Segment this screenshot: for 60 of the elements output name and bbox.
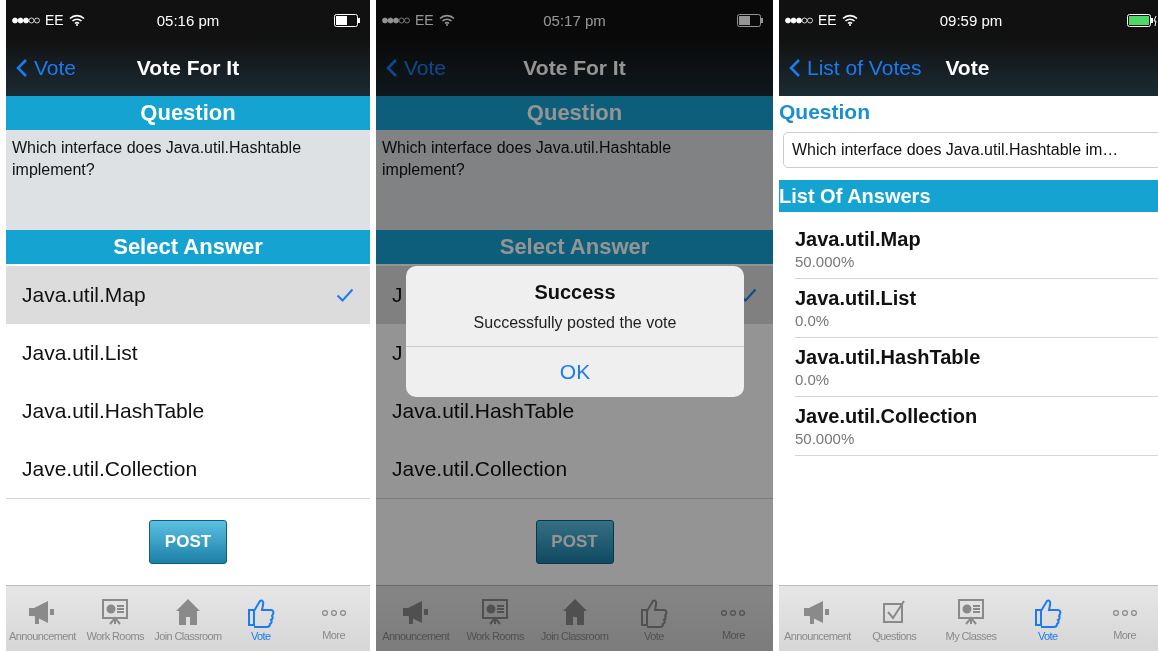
tab-item[interactable]: More [1086, 586, 1158, 651]
chevron-left-icon [386, 58, 398, 78]
section-header: Question [376, 96, 773, 130]
back-button[interactable]: List of Votes [779, 56, 932, 80]
more-icon [320, 608, 347, 617]
signal-icon [785, 16, 813, 24]
post-button[interactable]: POST [535, 520, 614, 564]
wifi-icon [841, 14, 858, 26]
battery-icon [1127, 13, 1157, 27]
question-label: Question [779, 99, 871, 125]
tab-item[interactable]: Join Classroom [151, 586, 225, 651]
more-icon [720, 608, 747, 617]
answer-name: Java.util.HashTable [795, 346, 982, 369]
answer-name: Jave.util.Collection [795, 405, 979, 428]
tab-item[interactable]: My Classes [932, 586, 1010, 651]
section-header: Select Answer [376, 230, 773, 264]
post-button[interactable]: POST [149, 520, 227, 564]
signal-icon [382, 16, 410, 24]
clock-time: 05:17 pm [543, 11, 606, 29]
section-header: List Of Answers [779, 180, 1158, 212]
tab-item[interactable]: More [297, 586, 370, 651]
tab-item[interactable]: Work Rooms [78, 586, 152, 651]
screen-title: Vote [945, 56, 990, 80]
vote-percentage: 50.000% [795, 253, 856, 270]
alert-title: Success [534, 280, 616, 304]
answer-name: Java.util.Map [795, 228, 922, 251]
wifi-icon [68, 14, 85, 26]
chevron-left-icon [789, 58, 801, 78]
signal-icon [12, 16, 40, 24]
screen-title: Vote For It [523, 56, 626, 80]
alert-message: Successfully posted the vote [473, 313, 677, 332]
vote-percentage: 0.0% [795, 371, 831, 388]
vote-percentage: 0.0% [795, 312, 831, 329]
back-button[interactable]: Vote [376, 56, 457, 80]
section-header: Select Answer [6, 230, 370, 264]
tab-item[interactable]: Questions [855, 586, 933, 651]
answer-option[interactable]: Java.util.Map [6, 266, 370, 325]
tab-item[interactable]: Vote [1009, 586, 1087, 651]
chevron-left-icon [16, 58, 28, 78]
tab-item[interactable]: Vote [224, 586, 298, 651]
question-field[interactable]: Which interface does Java.util.Hashtable im… [783, 132, 1158, 168]
vote-percentage: 50.000% [795, 430, 856, 447]
carrier-label: EE [45, 12, 64, 28]
section-header: Question [6, 96, 370, 130]
answer-option[interactable]: Jave.util.Collection [6, 440, 370, 499]
answer-name: Java.util.List [795, 287, 918, 310]
question-text: Which interface does Java.util.Hashtable implement? [382, 138, 673, 180]
clock-time: 05:16 pm [156, 11, 220, 29]
clock-time: 09:59 pm [939, 11, 1003, 29]
tab-item[interactable]: Announcement [779, 586, 856, 651]
back-button[interactable]: Vote [6, 56, 87, 80]
screen-title: Vote For It [136, 56, 240, 80]
tab-item[interactable]: Announcement [6, 586, 79, 651]
answer-option[interactable]: Jave.util.Collection [376, 440, 773, 499]
checkmark-icon [336, 288, 354, 302]
more-icon [1111, 608, 1138, 617]
carrier-label: EE [415, 12, 434, 28]
question-text: Which interface does Java.util.Hashtable implement? [12, 138, 303, 180]
wifi-icon [438, 14, 455, 26]
carrier-label: EE [818, 12, 837, 28]
